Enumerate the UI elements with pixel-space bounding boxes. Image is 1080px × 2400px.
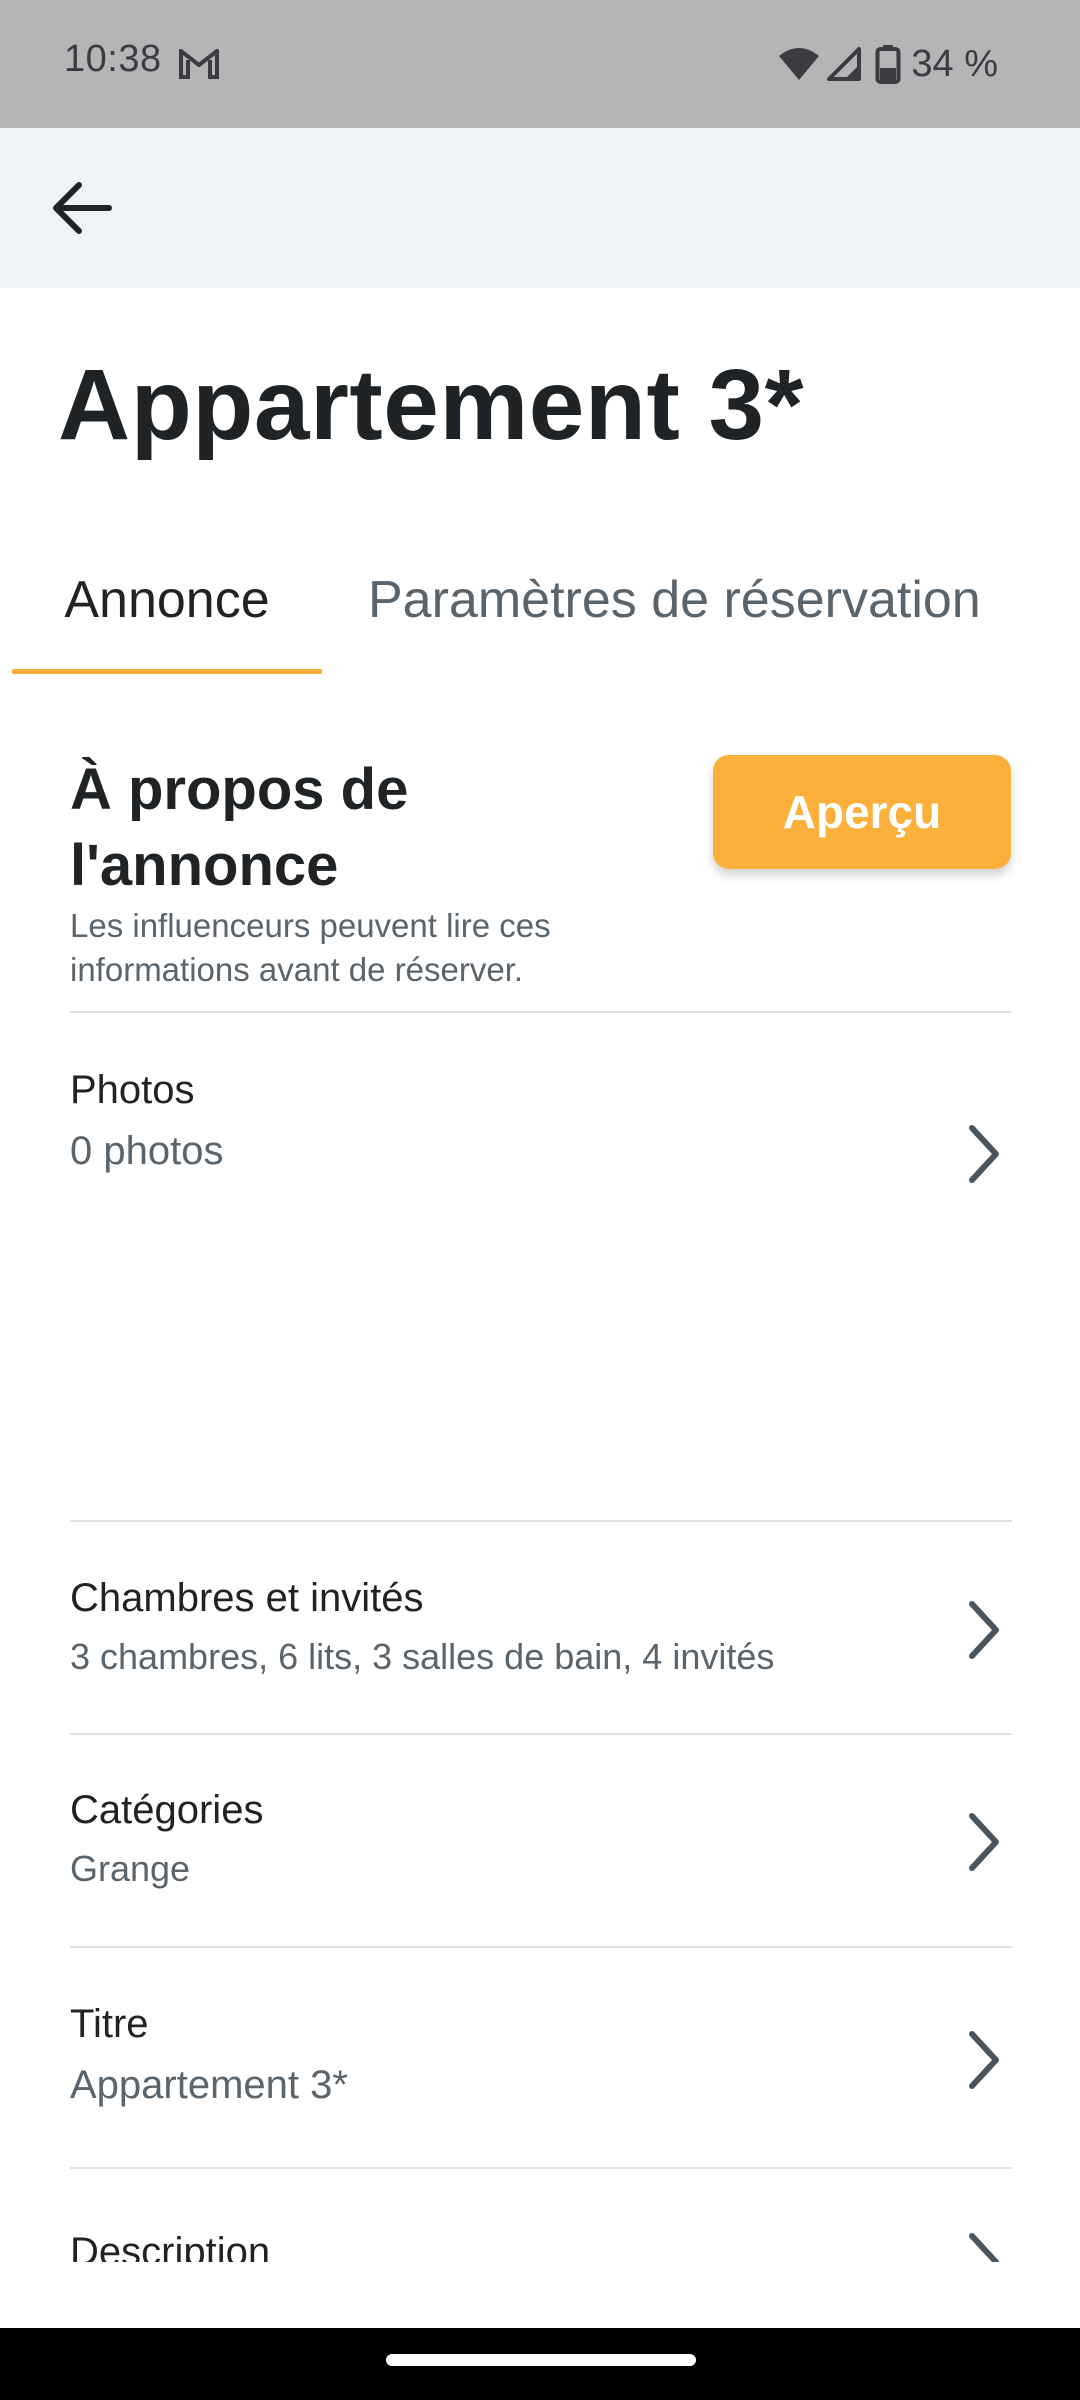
divider — [70, 1946, 1012, 1948]
chevron-right-icon — [969, 1125, 999, 1183]
battery-icon — [875, 45, 901, 84]
row-value: Grange — [70, 1848, 191, 1889]
scroll-clip — [0, 2262, 1080, 2328]
list-item-titre[interactable]: Titre Appartement 3* — [70, 1996, 1012, 2136]
divider — [70, 1011, 1012, 1013]
row-label: Photos — [70, 1068, 195, 1112]
tab-label: Paramètres de réservation — [368, 571, 981, 629]
chevron-right-icon — [969, 2031, 999, 2089]
section-title: À propos de l'annonce — [70, 757, 409, 898]
battery-percentage: 34 % — [911, 42, 998, 85]
signal-icon — [827, 47, 862, 81]
list-item-chambres-et-invites[interactable]: Chambres et invités 3 chambres, 6 lits, … — [70, 1570, 1012, 1700]
gmail-icon — [179, 49, 219, 79]
status-time: 10:38 — [64, 38, 162, 80]
divider — [70, 2167, 1012, 2169]
list-item-categories[interactable]: Catégories Grange — [70, 1782, 1012, 1912]
status-icons: 34 % — [777, 38, 998, 90]
divider — [70, 1520, 1012, 1522]
list-item-photos[interactable]: Photos 0 photos — [70, 1062, 1012, 1212]
navigation-bar — [0, 2328, 1080, 2400]
row-label: Catégories — [70, 1788, 264, 1832]
home-gesture-handle[interactable] — [386, 2354, 696, 2366]
row-label: Chambres et invités — [70, 1576, 424, 1620]
tab-annonce[interactable]: Annonce — [12, 560, 322, 674]
tab-selected-indicator — [12, 669, 322, 674]
row-value: Appartement 3* — [70, 2063, 348, 2107]
preview-button[interactable]: Aperçu — [713, 755, 1011, 869]
app-header — [0, 128, 1080, 288]
chevron-right-icon — [969, 1813, 999, 1871]
page-title: Appartement 3* — [58, 349, 805, 461]
divider — [70, 1733, 1012, 1735]
arrow-left-icon — [53, 182, 112, 234]
tab-bar: Annonce Paramètres de réservation — [0, 560, 1080, 674]
tab-label: Annonce — [64, 571, 270, 629]
chevron-right-icon — [969, 1601, 999, 1659]
wifi-icon — [779, 48, 820, 80]
row-value: 0 photos — [70, 1129, 224, 1173]
section-subtitle: Les influenceurs peuvent lire ces inform… — [70, 907, 551, 988]
status-bar: 10:38 34 % — [0, 0, 1080, 128]
row-value: 3 chambres, 6 lits, 3 salles de bain, 4 … — [70, 1636, 775, 1677]
row-label: Titre — [70, 2002, 149, 2046]
back-button[interactable] — [38, 164, 126, 252]
tab-parametres-de-reservation[interactable]: Paramètres de réservation — [368, 560, 981, 674]
